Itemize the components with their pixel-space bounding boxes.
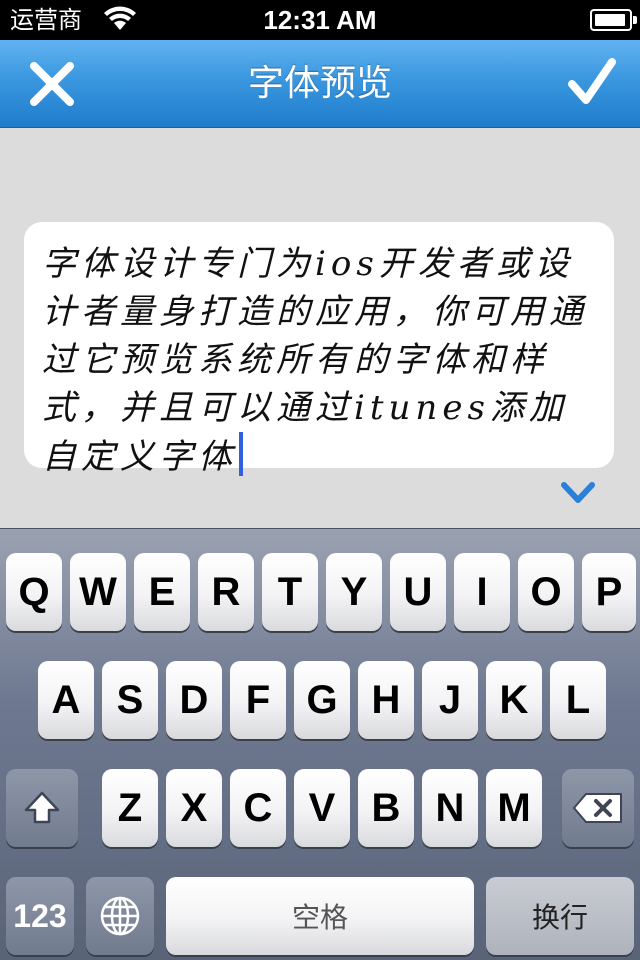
key-a[interactable]: A [38, 661, 94, 739]
key-label: P [595, 569, 623, 614]
delete-icon [573, 793, 622, 823]
key-label: X [180, 785, 208, 830]
key-label: Q [18, 569, 50, 614]
key-y[interactable]: Y [326, 553, 382, 631]
globe-icon [100, 896, 140, 936]
key-label: N [435, 785, 465, 830]
navigation-bar: 字体预览 [0, 40, 640, 128]
key-label: R [211, 569, 241, 614]
key-label: W [79, 569, 117, 614]
delete-key[interactable] [562, 769, 634, 847]
key-x[interactable]: X [166, 769, 222, 847]
key-u[interactable]: U [390, 553, 446, 631]
keyboard: Q W E R T Y U I O P A S D F G H J K L Z … [0, 528, 640, 960]
key-label: L [565, 677, 591, 722]
preview-area: 字体设计专门为ios开发者或设计者量身打造的应用，你可用通过它预览系统所有的字体… [0, 129, 640, 528]
status-time: 12:31 AM [263, 5, 377, 35]
key-label: U [403, 569, 433, 614]
close-icon[interactable] [26, 58, 78, 110]
key-j[interactable]: J [422, 661, 478, 739]
key-label: 空格 [291, 901, 348, 934]
key-d[interactable]: D [166, 661, 222, 739]
key-f[interactable]: F [230, 661, 286, 739]
preview-text-wrapper[interactable]: 字体设计专门为ios开发者或设计者量身打造的应用，你可用通过它预览系统所有的字体… [42, 240, 600, 481]
key-label: E [148, 569, 176, 614]
key-l[interactable]: L [550, 661, 606, 739]
key-label: K [499, 677, 529, 722]
key-v[interactable]: V [294, 769, 350, 847]
key-label: D [179, 677, 209, 722]
key-label: A [51, 677, 81, 722]
key-label: C [243, 785, 273, 830]
key-k[interactable]: K [486, 661, 542, 739]
shift-key[interactable] [6, 769, 78, 847]
key-w[interactable]: W [70, 553, 126, 631]
key-label: M [497, 785, 531, 830]
key-label: J [438, 677, 462, 722]
key-e[interactable]: E [134, 553, 190, 631]
key-label: T [277, 569, 303, 614]
space-key[interactable]: 空格 [166, 877, 474, 955]
key-label: S [116, 677, 144, 722]
key-n[interactable]: N [422, 769, 478, 847]
key-q[interactable]: Q [6, 553, 62, 631]
status-bar: 运营商 12:31 AM [0, 0, 640, 40]
key-label: 换行 [531, 901, 588, 934]
key-t[interactable]: T [262, 553, 318, 631]
key-s[interactable]: S [102, 661, 158, 739]
key-label: H [371, 677, 401, 722]
key-label: F [245, 677, 271, 722]
key-label: V [308, 785, 336, 830]
key-o[interactable]: O [518, 553, 574, 631]
key-c[interactable]: C [230, 769, 286, 847]
key-h[interactable]: H [358, 661, 414, 739]
key-g[interactable]: G [294, 661, 350, 739]
text-editor[interactable]: 字体设计专门为ios开发者或设计者量身打造的应用，你可用通过它预览系统所有的字体… [24, 222, 614, 477]
return-key[interactable]: 换行 [486, 877, 634, 955]
key-i[interactable]: I [454, 553, 510, 631]
text-cursor [239, 432, 243, 476]
key-label: I [476, 569, 488, 614]
key-m[interactable]: M [486, 769, 542, 847]
key-label: 123 [13, 897, 67, 934]
chevron-down-icon[interactable] [561, 481, 595, 505]
globe-key[interactable] [86, 877, 154, 955]
key-label: B [371, 785, 401, 830]
preview-text[interactable]: 字体设计专门为ios开发者或设计者量身打造的应用，你可用通过它预览系统所有的字体… [42, 244, 588, 477]
key-z[interactable]: Z [102, 769, 158, 847]
key-r[interactable]: R [198, 553, 254, 631]
checkmark-icon[interactable] [566, 54, 618, 110]
key-label: Y [340, 569, 368, 614]
shift-icon [24, 791, 60, 824]
key-label: Z [117, 785, 143, 830]
key-label: O [530, 569, 562, 614]
page-title: 字体预览 [247, 63, 392, 104]
key-b[interactable]: B [358, 769, 414, 847]
numbers-key[interactable]: 123 [6, 877, 74, 955]
key-p[interactable]: P [582, 553, 636, 631]
key-label: G [306, 677, 338, 722]
battery-icon [590, 9, 637, 31]
